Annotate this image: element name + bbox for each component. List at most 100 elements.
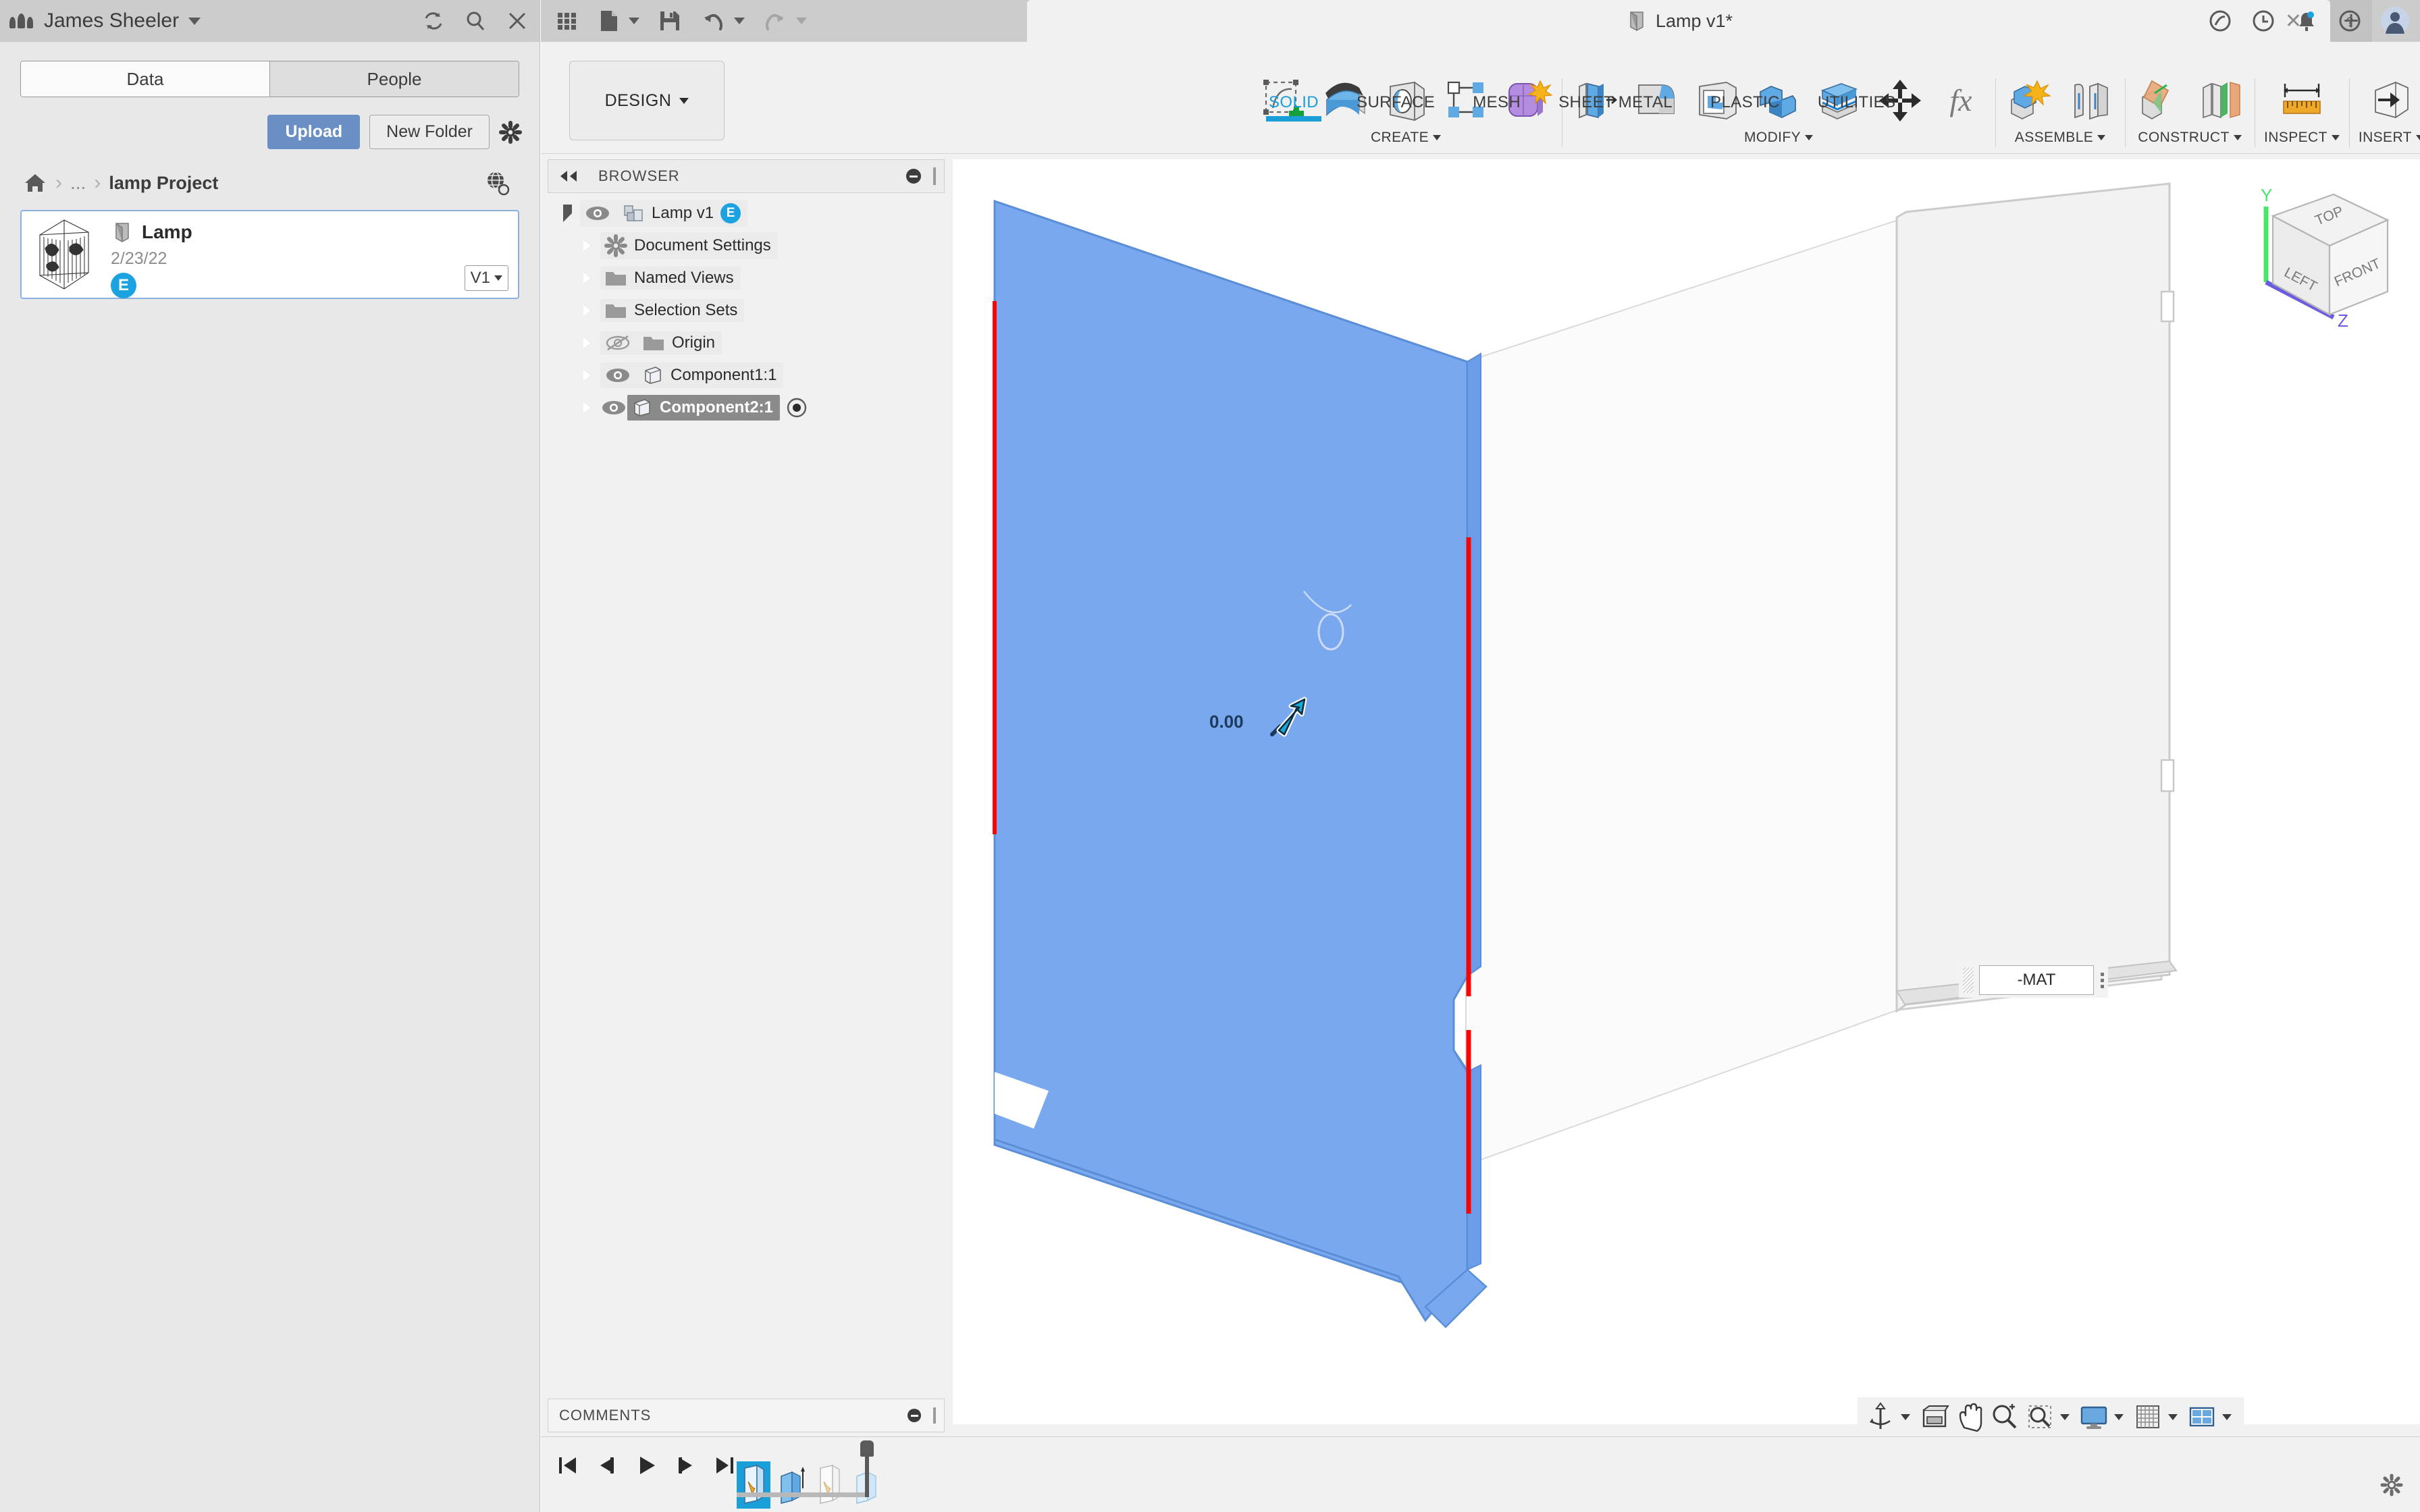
go-to-beginning-icon[interactable]: [554, 1452, 581, 1479]
tab-solid[interactable]: SOLID: [1250, 84, 1338, 119]
new-file-dropdown-icon[interactable]: [629, 18, 639, 24]
new-file-icon[interactable]: [598, 8, 621, 34]
tab-plastic[interactable]: PLASTIC: [1691, 84, 1799, 119]
step-forward-icon[interactable]: [672, 1452, 699, 1479]
help-icon[interactable]: ?: [2336, 7, 2363, 34]
play-icon[interactable]: [633, 1452, 660, 1479]
gear-icon[interactable]: [499, 121, 522, 144]
tab-people[interactable]: People: [269, 61, 519, 97]
go-to-end-icon[interactable]: [711, 1452, 738, 1479]
tab-data[interactable]: Data: [21, 61, 269, 97]
display-settings-icon[interactable]: [2078, 1401, 2110, 1433]
zoom-dropdown-icon[interactable]: [2060, 1414, 2070, 1420]
more-options-icon[interactable]: [2101, 973, 2104, 988]
chevron-down-icon[interactable]: [188, 18, 201, 25]
redo-dropdown-icon[interactable]: [796, 18, 807, 24]
visibility-hidden-icon[interactable]: [604, 334, 631, 352]
zoom-window-icon[interactable]: [2024, 1401, 2056, 1433]
grid-apps-icon[interactable]: [554, 8, 580, 34]
inline-distance-value[interactable]: -MAT: [1979, 965, 2094, 995]
panel-resize-grip[interactable]: [933, 1407, 936, 1424]
notifications-icon[interactable]: [2293, 7, 2320, 34]
expander-right-icon[interactable]: [575, 337, 600, 349]
refresh-icon[interactable]: [422, 9, 445, 32]
expander-right-icon[interactable]: [575, 272, 600, 284]
tab-sheet-metal[interactable]: SHEET METAL: [1540, 84, 1691, 119]
globe-preview-icon[interactable]: [484, 170, 510, 196]
minimize-icon[interactable]: [908, 1409, 921, 1422]
document-tab[interactable]: Lamp v1* ✕: [1027, 0, 2330, 42]
chevron-down-icon[interactable]: [1433, 135, 1441, 140]
extrude-arrow-handle[interactable]: [1260, 693, 1314, 747]
chevron-down-icon[interactable]: [2332, 135, 2340, 140]
expander-right-icon[interactable]: [575, 304, 600, 317]
search-icon[interactable]: [464, 9, 487, 32]
tree-node-lamp[interactable]: Lamp v1 E: [554, 197, 946, 230]
look-at-icon[interactable]: [1918, 1401, 1951, 1433]
expander-down-icon[interactable]: [554, 205, 580, 222]
timeline-feature-sketch[interactable]: [737, 1461, 770, 1509]
job-status-icon[interactable]: [2207, 7, 2234, 34]
step-back-icon[interactable]: [594, 1452, 621, 1479]
timeline-marker[interactable]: [865, 1444, 869, 1497]
orbit-dropdown-icon[interactable]: [1901, 1414, 1910, 1420]
grid-snaps-icon[interactable]: [2132, 1401, 2164, 1433]
tree-node-document-settings[interactable]: Document Settings: [554, 230, 946, 262]
visibility-eye-icon[interactable]: [584, 205, 611, 222]
pan-icon[interactable]: [1953, 1401, 1986, 1433]
undo-icon[interactable]: [700, 8, 726, 34]
viewports-dropdown-icon[interactable]: [2222, 1414, 2232, 1420]
collapse-left-icon[interactable]: [558, 169, 581, 183]
account-avatar[interactable]: [2379, 5, 2411, 36]
chevron-down-icon[interactable]: [2416, 135, 2420, 140]
breadcrumb-ellipsis[interactable]: ...: [70, 172, 86, 194]
joint-icon[interactable]: [2066, 76, 2115, 126]
visibility-eye-icon[interactable]: [604, 367, 631, 384]
tree-node-selection-sets[interactable]: Selection Sets: [554, 294, 946, 327]
timeline-track[interactable]: [737, 1492, 865, 1497]
timeline-settings-icon[interactable]: [2379, 1473, 2404, 1497]
viewports-icon[interactable]: [2186, 1401, 2218, 1433]
offset-plane-icon[interactable]: [2134, 76, 2184, 126]
drag-grip-icon[interactable]: [1963, 967, 1974, 993]
orbit-icon[interactable]: [1864, 1401, 1897, 1433]
recent-icon[interactable]: [2250, 7, 2277, 34]
redo-icon[interactable]: [762, 8, 788, 34]
activate-component-radio[interactable]: [785, 396, 808, 419]
timeline-feature-extrude[interactable]: [774, 1461, 808, 1509]
minimize-icon[interactable]: [906, 169, 921, 184]
upload-button[interactable]: Upload: [267, 115, 360, 149]
new-component-icon[interactable]: [2005, 76, 2055, 126]
version-dropdown[interactable]: V1: [465, 265, 508, 291]
grid-dropdown-icon[interactable]: [2168, 1414, 2178, 1420]
tree-node-component2[interactable]: Component2:1: [554, 392, 946, 424]
midplane-icon[interactable]: [2195, 76, 2245, 126]
comments-header[interactable]: COMMENTS: [548, 1399, 945, 1432]
tree-node-origin[interactable]: Origin: [554, 327, 946, 359]
display-dropdown-icon[interactable]: [2114, 1414, 2124, 1420]
change-parameters-icon[interactable]: fx: [1936, 76, 1986, 126]
tab-mesh[interactable]: MESH: [1454, 84, 1540, 119]
tree-node-named-views[interactable]: Named Views: [554, 262, 946, 294]
save-icon[interactable]: [657, 8, 683, 34]
3d-viewport[interactable]: 0.00 -MAT Y Z: [953, 159, 2420, 1424]
new-folder-button[interactable]: New Folder: [369, 115, 490, 149]
workspace-selector-design[interactable]: DESIGN: [569, 61, 725, 140]
chevron-down-icon[interactable]: [1805, 135, 1813, 140]
panel-resize-grip[interactable]: [933, 167, 936, 185]
expander-right-icon[interactable]: [575, 240, 600, 252]
expander-right-icon[interactable]: [575, 402, 600, 414]
undo-dropdown-icon[interactable]: [734, 18, 745, 24]
chevron-down-icon[interactable]: [2234, 135, 2242, 140]
inline-distance-field[interactable]: -MAT: [1959, 963, 2108, 998]
tab-surface[interactable]: SURFACE: [1338, 84, 1454, 119]
file-card-lamp[interactable]: Lamp 2/23/22 E V1: [20, 210, 519, 299]
insert-derive-icon[interactable]: [2366, 76, 2416, 126]
chevron-down-icon[interactable]: [2097, 135, 2105, 140]
timeline-feature-sketch2[interactable]: [812, 1461, 846, 1509]
tab-utilities[interactable]: UTILITIES: [1799, 84, 1915, 119]
view-cube[interactable]: Y Z TOP LEFT FRONT: [2231, 174, 2406, 329]
home-icon[interactable]: [23, 171, 47, 195]
zoom-icon[interactable]: [1989, 1401, 2021, 1433]
close-icon[interactable]: [506, 9, 529, 32]
